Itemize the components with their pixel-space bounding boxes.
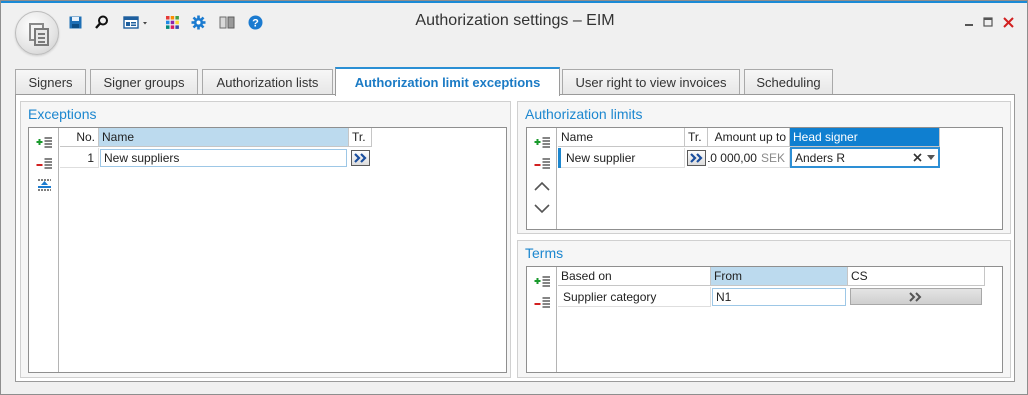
amount-value: 10 000,00	[708, 150, 757, 165]
title-bar: ? Authorization settings – EIM	[1, 3, 1027, 61]
authorization-settings-window: ? Authorization settings – EIM Signers S…	[0, 0, 1028, 395]
limit-name-cell[interactable]: New supplier	[561, 148, 685, 168]
currency-label: SEK	[760, 150, 785, 165]
authorization-limits-group: Authorization limits Name Tr. Amount up …	[517, 101, 1011, 234]
double-chevron-right-icon	[909, 291, 922, 302]
authorization-limits-grid: Name Tr. Amount up to Head signer New su…	[526, 127, 1003, 230]
add-row-icon[interactable]	[533, 134, 551, 150]
minimize-icon[interactable]	[962, 15, 976, 29]
column-header-amount-up-to[interactable]: Amount up to	[708, 128, 790, 147]
exception-name-field[interactable]: New suppliers	[100, 149, 347, 167]
exceptions-toolbar	[29, 128, 59, 372]
column-header-no[interactable]: No.	[60, 128, 99, 147]
exception-row-no[interactable]: 1	[60, 148, 99, 168]
based-on-cell[interactable]: Supplier category	[558, 287, 711, 307]
tab-signer-groups[interactable]: Signer groups	[90, 69, 198, 95]
column-header-cs[interactable]: CS	[848, 267, 985, 286]
clear-icon[interactable]	[910, 153, 924, 162]
column-header-based-on[interactable]: Based on	[558, 267, 711, 286]
documents-icon-front	[34, 28, 49, 46]
terms-group: Terms Based on From CS Supplier category…	[517, 240, 1011, 378]
terms-title: Terms	[525, 245, 564, 261]
head-signer-combobox[interactable]: Anders R	[790, 147, 940, 168]
cs-transfer-button[interactable]	[850, 288, 982, 305]
tab-user-right-to-view-invoices[interactable]: User right to view invoices	[562, 69, 740, 95]
exceptions-title: Exceptions	[28, 106, 97, 122]
transfer-button[interactable]	[687, 150, 706, 166]
exceptions-group: Exceptions No. Name Tr. 1 New suppliers	[20, 101, 511, 378]
authorization-limits-toolbar	[527, 128, 557, 229]
column-header-tr[interactable]: Tr.	[349, 128, 372, 147]
head-signer-value: Anders R	[795, 150, 846, 165]
remove-row-icon[interactable]	[533, 294, 551, 310]
window-title: Authorization settings – EIM	[415, 12, 615, 29]
column-header-tr[interactable]: Tr.	[685, 128, 708, 147]
authorization-limits-title: Authorization limits	[525, 106, 643, 122]
tab-signers[interactable]: Signers	[15, 69, 86, 95]
column-header-name[interactable]: Name	[99, 128, 349, 147]
add-row-icon[interactable]	[533, 273, 551, 289]
remove-row-icon[interactable]	[35, 155, 53, 171]
terms-grid: Based on From CS Supplier category N1	[526, 266, 1003, 373]
move-up-icon[interactable]	[533, 178, 551, 194]
maximize-icon[interactable]	[981, 15, 995, 29]
amount-up-to-cell[interactable]: 10 000,00 SEK	[708, 148, 790, 168]
from-field[interactable]: N1	[712, 288, 846, 306]
close-icon[interactable]	[1001, 15, 1015, 29]
tab-authorization-lists[interactable]: Authorization lists	[202, 69, 333, 95]
column-header-name[interactable]: Name	[558, 128, 685, 147]
tab-content-panel: Exceptions No. Name Tr. 1 New suppliers …	[15, 94, 1015, 382]
exceptions-grid: No. Name Tr. 1 New suppliers	[28, 127, 507, 373]
transfer-button[interactable]	[351, 150, 370, 166]
tab-scheduling[interactable]: Scheduling	[744, 69, 833, 95]
terms-toolbar	[527, 267, 557, 372]
column-header-head-signer[interactable]: Head signer	[790, 128, 940, 147]
insert-row-icon[interactable]	[35, 177, 53, 193]
tab-authorization-limit-exceptions[interactable]: Authorization limit exceptions	[335, 67, 560, 96]
add-row-icon[interactable]	[35, 134, 53, 150]
double-chevron-right-icon	[353, 153, 367, 163]
dropdown-arrow-icon[interactable]	[924, 155, 938, 160]
column-header-from[interactable]: From	[711, 267, 848, 286]
move-down-icon[interactable]	[533, 201, 551, 217]
double-chevron-right-icon	[689, 153, 703, 163]
remove-row-icon[interactable]	[533, 155, 551, 171]
